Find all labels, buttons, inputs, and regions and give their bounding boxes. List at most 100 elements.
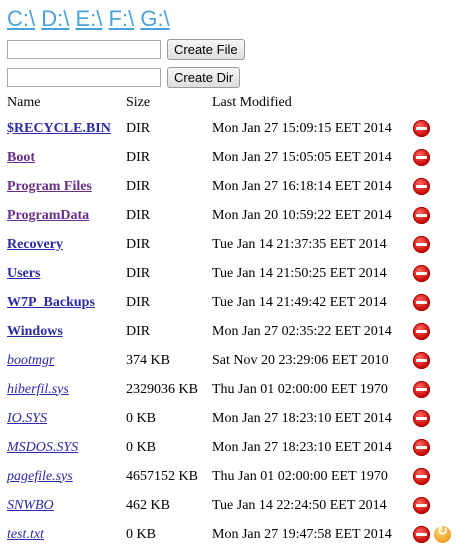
- entry-modified: Mon Jan 27 02:35:22 EET 2014: [212, 323, 392, 339]
- table-row: Boot DIR Mon Jan 27 15:05:05 EET 2014: [7, 143, 451, 172]
- dir-name-input[interactable]: [7, 67, 161, 87]
- drive-link-g[interactable]: G:\: [140, 6, 169, 31]
- entry-modified: Mon Jan 27 19:47:58 EET 2014: [212, 526, 392, 542]
- delete-icon[interactable]: [413, 497, 430, 514]
- delete-icon[interactable]: [413, 526, 430, 543]
- delete-icon[interactable]: [413, 410, 430, 427]
- entry-size: 4657152 KB: [126, 468, 198, 484]
- table-row: SNWBO 462 KB Tue Jan 14 22:24:50 EET 2014: [7, 491, 451, 520]
- create-file-row: Create File: [7, 36, 472, 62]
- entry-actions: [413, 346, 451, 375]
- entry-actions: [413, 201, 451, 230]
- entry-actions: [413, 520, 451, 549]
- column-header-modified: Last Modified: [212, 95, 292, 110]
- delete-icon[interactable]: [413, 294, 430, 311]
- entry-modified: Thu Jan 01 02:00:00 EET 1970: [212, 381, 388, 397]
- column-header-name: Name: [7, 95, 41, 110]
- entry-size: DIR: [126, 149, 151, 165]
- delete-icon[interactable]: [413, 352, 430, 369]
- drive-link-d[interactable]: D:\: [41, 6, 69, 31]
- entry-modified: Mon Jan 27 16:18:14 EET 2014: [212, 178, 392, 194]
- table-row: Program Files DIR Mon Jan 27 16:18:14 EET …: [7, 172, 451, 201]
- table-row: hiberfil.sys 2329036 KB Thu Jan 01 02:00:0…: [7, 375, 451, 404]
- entry-size: 0 KB: [126, 526, 156, 542]
- reload-icon[interactable]: [434, 524, 451, 543]
- file-link[interactable]: SNWBO: [7, 498, 54, 513]
- entry-actions: [413, 375, 451, 404]
- table-row: test.txt 0 KB Mon Jan 27 19:47:58 EET 2014: [7, 520, 451, 549]
- entry-size: DIR: [126, 294, 151, 310]
- directory-link[interactable]: Windows: [7, 324, 63, 339]
- drive-link-e[interactable]: E:\: [76, 6, 103, 31]
- file-table-body: $RECYCLE.BIN DIR Mon Jan 27 15:09:15 EET 2…: [7, 114, 451, 549]
- entry-modified: Mon Jan 27 18:23:10 EET 2014: [212, 439, 392, 455]
- entry-modified: Tue Jan 14 21:50:25 EET 2014: [212, 265, 387, 281]
- create-dir-row: Create Dir: [7, 64, 472, 90]
- directory-link[interactable]: Recovery: [7, 237, 63, 252]
- drive-list: C:\ D:\ E:\ F:\ G:\: [7, 6, 472, 34]
- delete-icon[interactable]: [413, 439, 430, 456]
- entry-actions: [413, 491, 451, 520]
- entry-size: 2329036 KB: [126, 381, 198, 397]
- file-link[interactable]: hiberfil.sys: [7, 382, 69, 397]
- delete-icon[interactable]: [413, 178, 430, 195]
- delete-icon[interactable]: [413, 468, 430, 485]
- entry-actions: [413, 462, 451, 491]
- directory-link[interactable]: ProgramData: [7, 208, 89, 223]
- delete-icon[interactable]: [413, 207, 430, 224]
- file-name-input[interactable]: [7, 39, 161, 59]
- entry-actions: [413, 288, 451, 317]
- table-row: bootmgr 374 KB Sat Nov 20 23:29:06 EET 201…: [7, 346, 451, 375]
- entry-modified: Mon Jan 27 18:23:10 EET 2014: [212, 410, 392, 426]
- directory-link[interactable]: Program Files: [7, 179, 92, 194]
- entry-size: DIR: [126, 178, 151, 194]
- entry-size: DIR: [126, 120, 151, 136]
- file-table: Name Size Last Modified $RECYCLE.BIN DIR M…: [7, 92, 451, 549]
- drive-link-f[interactable]: F:\: [109, 6, 135, 31]
- entry-modified: Mon Jan 27 15:09:15 EET 2014: [212, 120, 392, 136]
- entry-actions: [413, 114, 451, 143]
- file-link[interactable]: MSDOS.SYS: [7, 440, 78, 455]
- drive-link-c[interactable]: C:\: [7, 6, 35, 31]
- entry-actions: [413, 317, 451, 346]
- delete-icon[interactable]: [413, 149, 430, 166]
- delete-icon[interactable]: [413, 323, 430, 340]
- delete-icon[interactable]: [413, 381, 430, 398]
- entry-actions: [413, 433, 451, 462]
- entry-actions: [413, 259, 451, 288]
- entry-actions: [413, 143, 451, 172]
- delete-icon[interactable]: [413, 236, 430, 253]
- table-row: IO.SYS 0 KB Mon Jan 27 18:23:10 EET 2014: [7, 404, 451, 433]
- entry-modified: Tue Jan 14 21:37:35 EET 2014: [212, 236, 387, 252]
- table-row: Recovery DIR Tue Jan 14 21:37:35 EET 2014: [7, 230, 451, 259]
- delete-icon[interactable]: [413, 265, 430, 282]
- directory-link[interactable]: $RECYCLE.BIN: [7, 121, 111, 136]
- file-link[interactable]: IO.SYS: [7, 411, 47, 426]
- file-link[interactable]: test.txt: [7, 527, 44, 542]
- entry-modified: Sat Nov 20 23:29:06 EET 2010: [212, 352, 389, 368]
- entry-modified: Tue Jan 14 22:24:50 EET 2014: [212, 497, 387, 513]
- table-row: $RECYCLE.BIN DIR Mon Jan 27 15:09:15 EET 2…: [7, 114, 451, 143]
- entry-actions: [413, 172, 451, 201]
- entry-actions: [413, 404, 451, 433]
- file-link[interactable]: pagefile.sys: [7, 469, 73, 484]
- entry-size: DIR: [126, 236, 151, 252]
- file-link[interactable]: bootmgr: [7, 353, 54, 368]
- table-row: MSDOS.SYS 0 KB Mon Jan 27 18:23:10 EET 201…: [7, 433, 451, 462]
- file-browser: C:\ D:\ E:\ F:\ G:\ Create File Create D…: [0, 0, 472, 549]
- directory-link[interactable]: W7P_Backups: [7, 295, 95, 310]
- delete-icon[interactable]: [413, 120, 430, 137]
- create-file-button[interactable]: Create File: [167, 38, 245, 60]
- table-row: pagefile.sys 4657152 KB Thu Jan 01 02:00:0…: [7, 462, 451, 491]
- table-row: ProgramData DIR Mon Jan 20 10:59:22 EET 20…: [7, 201, 451, 230]
- entry-size: DIR: [126, 323, 151, 339]
- entry-modified: Thu Jan 01 02:00:00 EET 1970: [212, 468, 388, 484]
- column-header-size: Size: [126, 95, 151, 110]
- create-dir-button[interactable]: Create Dir: [167, 66, 241, 88]
- entry-actions: [413, 230, 451, 259]
- entry-size: DIR: [126, 207, 151, 223]
- directory-link[interactable]: Users: [7, 266, 40, 281]
- table-row: W7P_Backups DIR Tue Jan 14 21:49:42 EET 20…: [7, 288, 451, 317]
- table-row: Windows DIR Mon Jan 27 02:35:22 EET 2014: [7, 317, 451, 346]
- directory-link[interactable]: Boot: [7, 150, 35, 165]
